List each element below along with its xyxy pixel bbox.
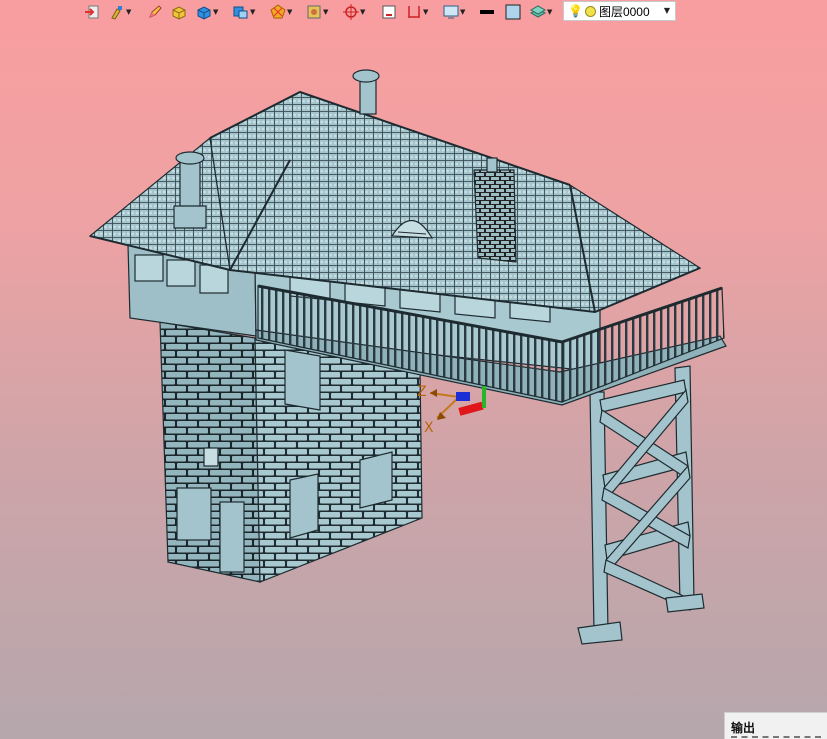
- axis-x-label: X: [424, 420, 434, 436]
- toolbar: ▼ ▼ ▼ ▼ ▼ ▼ ▼ ▼ ▼ 💡 图层0000 ▼: [0, 0, 827, 24]
- dimension-icon: [408, 6, 420, 18]
- solid-box-yellow-icon: [172, 6, 186, 20]
- signal-box-model[interactable]: [88, 69, 727, 645]
- edit-button[interactable]: [147, 2, 163, 22]
- render-style-button[interactable]: ▼: [306, 2, 328, 22]
- tower-door: [219, 501, 245, 573]
- solid-yellow-button[interactable]: [171, 2, 187, 22]
- layer-manager-button[interactable]: ▼: [530, 2, 552, 22]
- layer-stack-icon: [530, 5, 546, 18]
- layer-name: 图层0000: [598, 4, 650, 19]
- tower-window-arch-1: [284, 349, 321, 411]
- frame-button[interactable]: [381, 2, 397, 22]
- display-button[interactable]: ▼: [443, 2, 465, 22]
- paint-brush-icon: [111, 6, 122, 20]
- line-color-icon: [480, 10, 494, 14]
- import-icon: [85, 5, 99, 19]
- 3d-viewport[interactable]: Z X: [0, 24, 827, 739]
- frame-icon: [382, 5, 396, 19]
- line-color-button[interactable]: [479, 2, 495, 22]
- face-color-icon: [505, 4, 521, 20]
- output-divider: [731, 736, 821, 738]
- solid-box-blue-icon: [197, 6, 211, 20]
- top-chimney: [352, 69, 380, 115]
- origin-button[interactable]: ▼: [343, 2, 365, 22]
- tower-right-wall: [254, 337, 423, 583]
- face-color-button[interactable]: [505, 2, 521, 22]
- polygon-section-icon: [270, 4, 286, 19]
- tower-window-left: [176, 487, 212, 541]
- output-panel-title: 输出: [731, 721, 756, 735]
- wall-lamp: [203, 447, 219, 467]
- layer-select[interactable]: 💡 图层0000 ▼: [563, 1, 676, 21]
- steel-trestle: [577, 365, 705, 645]
- output-panel-tab[interactable]: 输出: [724, 712, 827, 739]
- pencil-edit-icon: [149, 5, 162, 18]
- axis-z-label: Z: [417, 384, 427, 400]
- dimension-button[interactable]: ▼: [406, 2, 428, 22]
- render-style-icon: [307, 5, 321, 19]
- brick-chimney: [473, 157, 517, 263]
- view-orientation-button[interactable]: ▼: [233, 2, 255, 22]
- origin-crosshair-icon: [343, 4, 359, 20]
- brush-button[interactable]: ▼: [109, 2, 131, 22]
- axis-triad: Z X: [417, 384, 486, 436]
- section-button[interactable]: ▼: [270, 2, 292, 22]
- tower-window-arch-2: [289, 473, 319, 539]
- lightbulb-icon: 💡: [568, 4, 583, 18]
- roof-left-hip: [88, 136, 231, 271]
- chevron-down-icon: ▼: [663, 6, 670, 15]
- import-button[interactable]: [84, 2, 100, 22]
- layer-visible-icon: [584, 5, 596, 17]
- solid-blue-button[interactable]: ▼: [196, 2, 218, 22]
- view-orientation-icon: [233, 6, 248, 19]
- tower-window-arch-3: [359, 451, 393, 509]
- display-monitor-icon: [443, 5, 459, 19]
